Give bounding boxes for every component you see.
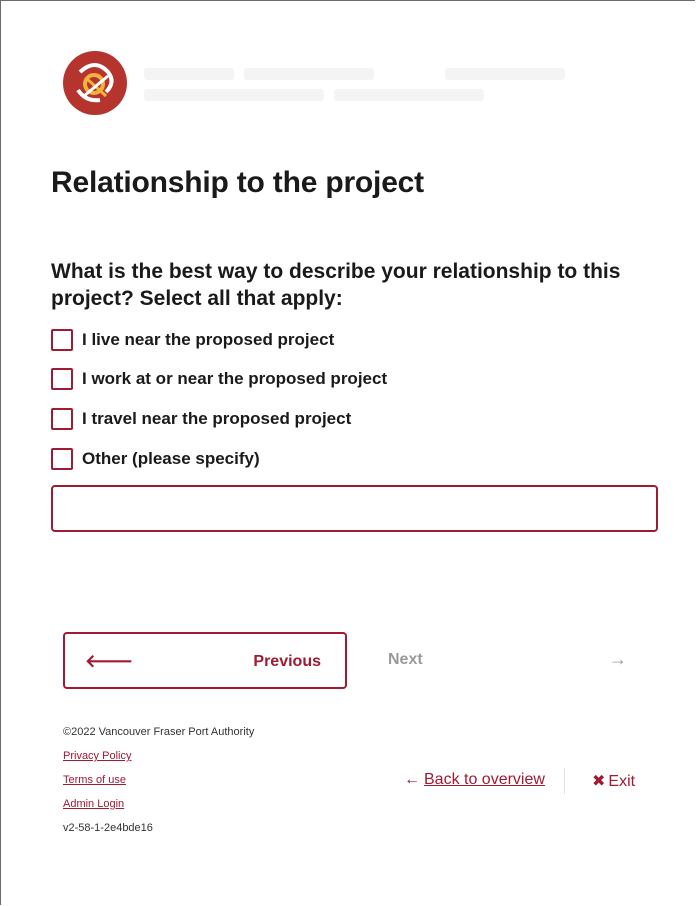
logo-mark [63,51,127,115]
terms-of-use-link[interactable]: Terms of use [63,774,126,786]
checkbox[interactable] [51,368,73,390]
option-label: I travel near the proposed project [82,409,352,428]
exit-label: Exit [608,773,636,790]
next-label: Next [388,651,423,668]
previous-label: Previous [253,653,321,670]
option-travel-near[interactable]: I travel near the proposed project [51,407,351,431]
question-text: What is the best way to describe your re… [51,260,621,310]
checkbox[interactable] [51,448,73,470]
arrow-right-icon: → [609,649,627,669]
page-title: Relationship to the project [51,166,424,199]
arrow-left-icon: ← [404,771,420,788]
option-live-near[interactable]: I live near the proposed project [51,328,334,352]
option-label: Other (please specify) [82,449,260,468]
privacy-policy-link[interactable]: Privacy Policy [63,750,131,762]
logo-wordmark [144,64,584,101]
footer: ©2022 Vancouver Fraser Port Authority Pr… [63,723,254,843]
option-label: I live near the proposed project [82,330,335,349]
back-to-overview-link[interactable]: ← Back to overview [404,771,545,789]
back-label: Back to overview [424,771,545,788]
exit-button[interactable]: ✖ Exit [592,771,635,791]
logo [62,50,584,115]
admin-login-link[interactable]: Admin Login [63,798,124,810]
divider [564,768,565,794]
previous-button[interactable]: 🡐 Previous [63,632,347,689]
other-specify-input[interactable] [51,485,658,532]
option-work-near[interactable]: I work at or near the proposed project [51,367,387,391]
close-icon: ✖ [592,773,606,790]
option-other[interactable]: Other (please specify) [51,447,260,471]
arrow-left-icon: 🡐 [85,651,134,671]
checkbox[interactable] [51,408,73,430]
checkbox[interactable] [51,329,73,351]
version-text: v2-58-1-2e4bde16 [63,822,153,834]
option-label: I work at or near the proposed project [82,369,388,388]
copyright-text: ©2022 Vancouver Fraser Port Authority [63,726,255,738]
next-button[interactable]: Next → [371,632,639,689]
